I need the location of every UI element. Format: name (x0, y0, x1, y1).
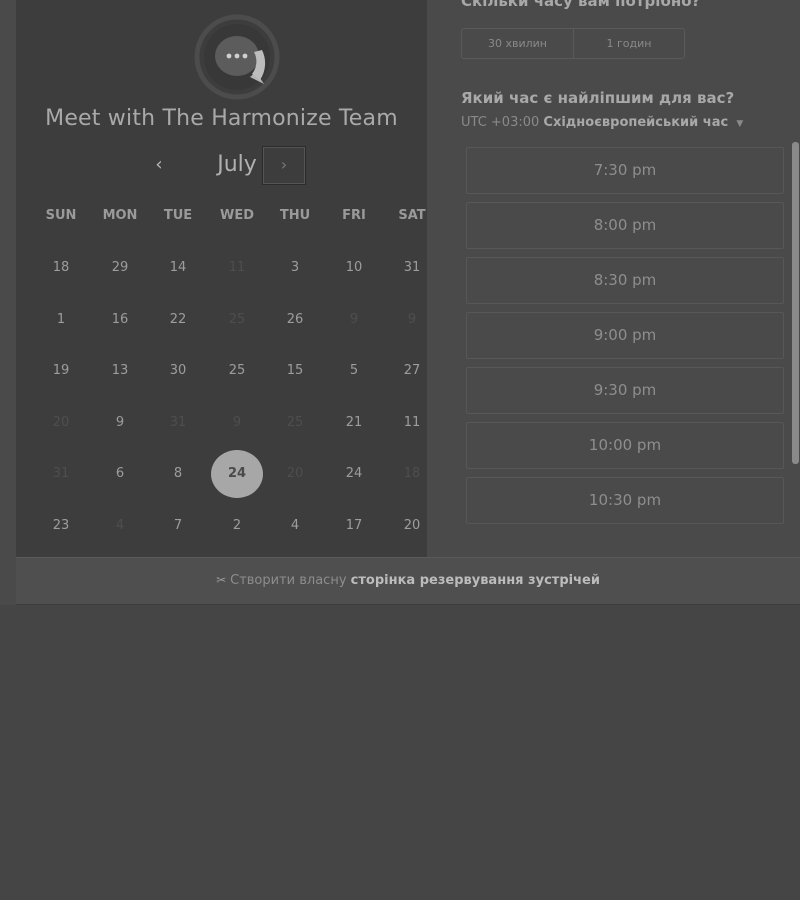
duration-option-30min[interactable]: 30 хвилин (462, 29, 574, 58)
time-slot[interactable]: 8:00 pm (466, 202, 784, 249)
calendar-day[interactable]: 16 (94, 302, 146, 338)
calendar-day: 9 (349, 312, 359, 327)
time-slot[interactable]: 8:30 pm (466, 257, 784, 304)
timezone-name: Східноєвропейський час (543, 115, 729, 130)
create-booking-page-link[interactable]: ✂ Створити власну сторінка резервування з… (16, 557, 800, 605)
time-selection-panel: Скільки часу вам потрібно? 30 хвилин 1 г… (461, 0, 800, 557)
calendar-day[interactable]: 14 (152, 250, 204, 286)
duration-selector: 30 хвилин 1 годин (461, 28, 685, 59)
calendar-day[interactable]: 26 (269, 302, 321, 338)
calendar-day[interactable]: 11 (386, 405, 438, 441)
calendar-day[interactable]: 25 (211, 353, 263, 389)
calendar-day-selected[interactable]: 24 (211, 450, 263, 498)
footer-link-text: сторінка резервування зустрічей (350, 573, 600, 588)
time-slot[interactable]: 7:30 pm (466, 147, 784, 194)
weekday-thu: THU (279, 208, 311, 223)
duration-option-1hour[interactable]: 1 годин (574, 29, 684, 58)
calendar-panel: Meet with The Harmonize Team ‹ July › SU… (16, 0, 427, 557)
host-title: Meet with The Harmonize Team (45, 106, 398, 131)
calendar-day[interactable]: 7 (152, 508, 204, 544)
chevron-right-icon: › (280, 155, 288, 174)
calendar-day[interactable]: 15 (269, 353, 321, 389)
calendar-day[interactable]: 29 (94, 250, 146, 286)
caret-down-icon: ▼ (736, 119, 744, 129)
time-slot[interactable]: 9:00 pm (466, 312, 784, 359)
calendar-day: 9 (407, 312, 417, 327)
calendar-day: 31 (52, 466, 70, 481)
time-slot[interactable]: 10:00 pm (466, 422, 784, 469)
calendar-day[interactable]: 8 (152, 456, 204, 492)
time-slot[interactable]: 10:30 pm (466, 477, 784, 524)
calendar-day[interactable]: 13 (94, 353, 146, 389)
calendar-day: 4 (115, 518, 125, 533)
calendar-day: 31 (169, 415, 187, 430)
day-grid: 18 29 14 11 3 10 31 1 16 22 25 26 9 9 19 13 30 25 15 5 27 20 9… (16, 250, 427, 550)
scissors-icon: ✂ (216, 573, 227, 587)
month-navigation: ‹ July › (16, 146, 427, 186)
footer-prefix: Створити власну (230, 573, 347, 588)
calendar-day[interactable]: 27 (386, 353, 438, 389)
calendar-day[interactable]: 18 (35, 250, 87, 286)
calendar-day[interactable]: 4 (269, 508, 321, 544)
time-slot[interactable]: 9:30 pm (466, 367, 784, 414)
duration-question: Скільки часу вам потрібно? (461, 0, 701, 10)
booking-card: Meet with The Harmonize Team ‹ July › SU… (0, 0, 800, 605)
calendar-day: 9 (232, 415, 242, 430)
calendar-day[interactable]: 6 (94, 456, 146, 492)
calendar-day[interactable]: 20 (386, 508, 438, 544)
calendar-day[interactable]: 1 (35, 302, 87, 338)
prev-month-button[interactable]: ‹ (144, 150, 174, 180)
weekday-wed: WED (219, 208, 254, 223)
weekday-sat: SAT (398, 208, 426, 223)
calendar-day[interactable]: 2 (211, 508, 263, 544)
calendar-day: 20 (286, 466, 304, 481)
calendar-day: 11 (228, 260, 246, 275)
calendar-day: 25 (286, 415, 304, 430)
chevron-left-icon: ‹ (155, 154, 163, 175)
timezone-offset: UTC +03:00 (461, 115, 540, 130)
calendar-day[interactable]: 24 (328, 456, 380, 492)
calendar-day[interactable]: 5 (328, 353, 380, 389)
next-month-button[interactable]: › (262, 146, 306, 185)
calendar-day[interactable]: 22 (152, 302, 204, 338)
calendar-day[interactable]: 30 (152, 353, 204, 389)
calendar-day: 25 (228, 312, 246, 327)
calendar-day[interactable]: 3 (269, 250, 321, 286)
calendar-day[interactable]: 31 (386, 250, 438, 286)
calendar-day[interactable]: 21 (328, 405, 380, 441)
calendar-day[interactable]: 10 (328, 250, 380, 286)
time-question: Який час є найліпшим для вас? (461, 89, 735, 107)
time-slot-scrollbar[interactable] (792, 142, 799, 464)
chat-bubble-logo-icon (194, 14, 280, 100)
weekday-header: SUN MON TUE WED THU FRI SAT (16, 208, 427, 228)
weekday-mon: MON (102, 208, 138, 223)
timezone-selector[interactable]: UTC +03:00 Східноєвропейський час ▼ (461, 115, 743, 130)
calendar-day: 20 (52, 415, 70, 430)
calendar-day[interactable]: 9 (94, 405, 146, 441)
weekday-tue: TUE (163, 208, 193, 223)
weekday-sun: SUN (45, 208, 77, 223)
calendar-day[interactable]: 17 (328, 508, 380, 544)
calendar-day[interactable]: 19 (35, 353, 87, 389)
weekday-fri: FRI (342, 208, 366, 223)
calendar-day[interactable]: 23 (35, 508, 87, 544)
calendar-day: 18 (403, 466, 421, 481)
